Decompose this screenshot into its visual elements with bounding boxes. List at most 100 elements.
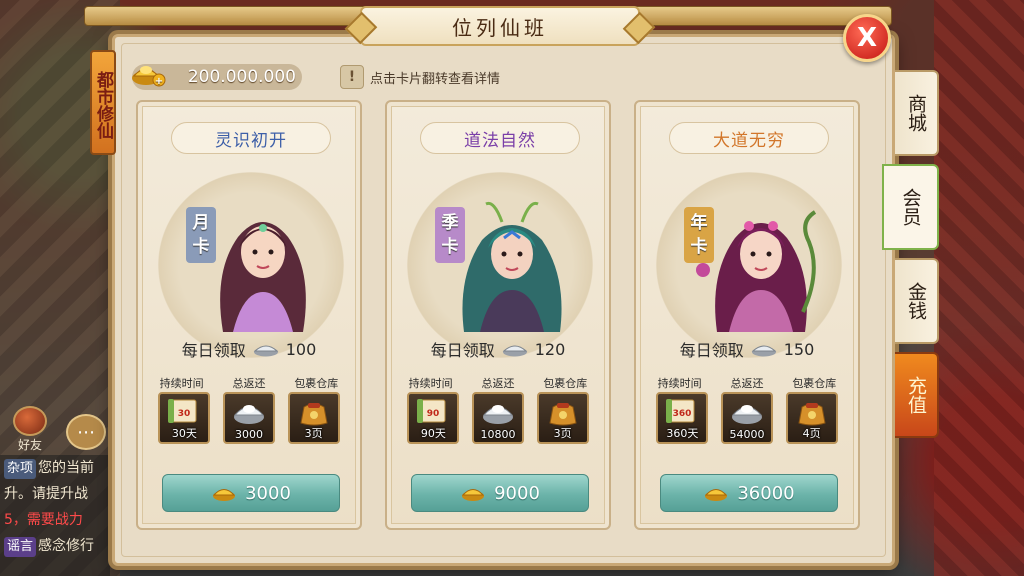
exclamation-icon: ! [340, 65, 364, 89]
gold-ingot-plus-icon[interactable]: + [130, 58, 166, 88]
duration-item[interactable]: 90 90天 [407, 392, 460, 444]
daily-reward: 每日领取 150 [636, 337, 858, 361]
total-return-value: 10800 [480, 428, 516, 441]
card-title: 大道无穷 [669, 122, 829, 154]
storage-value: 3页 [304, 427, 323, 440]
card-title: 道法自然 [420, 122, 580, 154]
daily-reward: 每日领取 120 [387, 337, 609, 361]
close-icon: X [856, 23, 878, 53]
gold-ingot-balance: + 200.000.000 [132, 64, 302, 90]
card-type-tag: 季 卡 [435, 207, 465, 263]
total-return-item[interactable]: 54000 [720, 392, 773, 444]
daily-reward: 每日领取 100 [138, 337, 360, 361]
tab-membership[interactable]: 会员 [882, 164, 939, 250]
silver-ingot-icon [502, 345, 528, 357]
gold-ingot-icon [705, 489, 728, 501]
storage-header: 包裹仓库 [792, 377, 837, 390]
total-return-header: 总返还 [730, 377, 764, 390]
city-cultivation-banner[interactable]: 都市修仙 [90, 50, 116, 155]
silver-ingot-icon [233, 405, 265, 424]
scroll-icon: 90 [417, 399, 446, 423]
chat-tag-rumor: 谣言 [4, 537, 37, 557]
daily-reward-value: 120 [534, 339, 566, 359]
tab-recharge[interactable]: 充值 [895, 352, 939, 438]
scene-rooftop-right [934, 0, 1024, 576]
buy-quarterly-button[interactable]: 9000 [411, 474, 589, 512]
total-return-header: 总返还 [232, 377, 266, 390]
stat-headers: 持续时间 总返还 包裹仓库 [387, 375, 609, 391]
svg-text:360: 360 [673, 409, 692, 419]
panel-title: 位列仙班 [360, 6, 640, 46]
buy-yearly-button[interactable]: 36000 [660, 474, 838, 512]
storage-value: 4页 [802, 427, 821, 440]
card-type-tag: 月 卡 [186, 207, 216, 263]
chat-bubble-button[interactable]: ⋯ [66, 414, 106, 450]
quarterly-card[interactable]: 道法自然 季 卡 每日领取 120 持续时间 总返还 包裹仓库 90 90天 1… [385, 100, 611, 530]
buy-monthly-button[interactable]: 3000 [162, 474, 340, 512]
duration-item[interactable]: 30 30天 [158, 392, 211, 444]
daily-reward-label: 每日领取 [430, 341, 495, 360]
duration-header: 持续时间 [657, 377, 702, 390]
flip-hint: ! 点击卡片翻转查看详情 [340, 64, 500, 90]
bag-icon [798, 403, 826, 426]
price-value: 9000 [494, 482, 540, 504]
total-return-value: 3000 [234, 428, 263, 441]
daily-reward-value: 100 [285, 339, 317, 359]
duration-value: 30天 [171, 427, 197, 440]
duration-item[interactable]: 360 360天 [656, 392, 709, 444]
bag-icon [549, 403, 577, 426]
daily-reward-label: 每日领取 [679, 341, 744, 360]
total-return-item[interactable]: 3000 [222, 392, 275, 444]
storage-item[interactable]: 3页 [536, 392, 589, 444]
total-return-header: 总返还 [481, 377, 515, 390]
scroll-icon: 30 [168, 399, 197, 423]
storage-value: 3页 [553, 427, 572, 440]
bag-icon [300, 403, 328, 426]
duration-value: 90天 [420, 427, 446, 440]
stat-headers: 持续时间 总返还 包裹仓库 [636, 375, 858, 391]
yearly-card[interactable]: 大道无穷 年 卡 每日领取 150 持续时间 总返还 包裹仓库 360 360天… [634, 100, 860, 530]
close-button[interactable]: X [843, 14, 891, 62]
svg-text:+: + [155, 76, 163, 87]
silver-ingot-icon [751, 345, 777, 357]
duration-header: 持续时间 [159, 377, 204, 390]
card-type-tag: 年 卡 [684, 207, 714, 263]
gold-ingot-icon [461, 489, 485, 501]
friends-button[interactable]: 好友 [4, 405, 56, 453]
flip-hint-text: 点击卡片翻转查看详情 [370, 71, 501, 87]
total-return-item[interactable]: 10800 [471, 392, 524, 444]
chat-tag-misc: 杂项 [4, 459, 37, 479]
gold-ingot-icon [212, 489, 236, 501]
tab-shop[interactable]: 商城 [895, 70, 939, 156]
storage-item[interactable]: 4页 [785, 392, 838, 444]
duration-value: 360天 [666, 427, 699, 440]
chat-line: 谣言 感念修行 [4, 533, 110, 559]
total-return-value: 54000 [729, 428, 765, 441]
silver-ingot-icon [731, 405, 763, 424]
silver-ingot-icon [253, 345, 279, 357]
friends-label: 好友 [17, 438, 42, 452]
chat-line: 5，需要战力 [4, 512, 83, 528]
gold-ingot-amount: 200.000.000 [187, 67, 296, 87]
silver-ingot-icon [482, 405, 514, 424]
chat-log: 杂项 您的当前 升。请提升战 5，需要战力 谣言 感念修行 [0, 455, 110, 576]
stat-items: 90 90天 10800 3页 [387, 392, 609, 444]
duration-header: 持续时间 [408, 377, 453, 390]
stat-items: 30 30天 3000 3页 [138, 392, 360, 444]
tab-money[interactable]: 金钱 [895, 258, 939, 344]
stat-headers: 持续时间 总返还 包裹仓库 [138, 375, 360, 391]
svg-text:90: 90 [427, 409, 440, 419]
price-value: 36000 [737, 482, 795, 504]
chat-line: 杂项 您的当前 [4, 455, 110, 481]
friends-icon [13, 406, 47, 436]
stat-items: 360 360天 54000 4页 [636, 392, 858, 444]
svg-text:30: 30 [178, 409, 191, 419]
storage-item[interactable]: 3页 [287, 392, 340, 444]
price-value: 3000 [245, 482, 291, 504]
daily-reward-value: 150 [783, 339, 815, 359]
chat-line: 升。请提升战 [4, 486, 88, 502]
monthly-card[interactable]: 灵识初开 月 卡 每日领取 100 持续时间 总返还 包裹仓库 30 30天 3… [136, 100, 362, 530]
scroll-icon: 360 [666, 399, 695, 423]
storage-header: 包裹仓库 [294, 377, 339, 390]
card-title: 灵识初开 [171, 122, 331, 154]
